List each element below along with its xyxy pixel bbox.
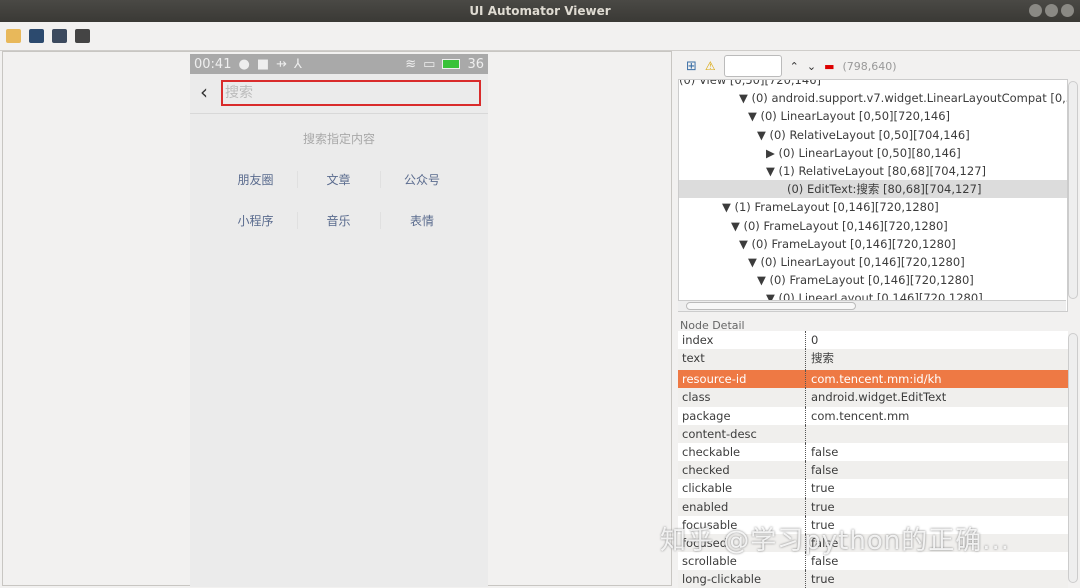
detail-value: true (811, 499, 835, 514)
detail-value: 搜索 (811, 351, 834, 366)
coords-readout: (798,640) (842, 59, 897, 73)
detail-key: content-desc (678, 424, 806, 443)
open-folder-icon[interactable] (6, 29, 21, 43)
battery-icon (442, 59, 461, 69)
window-title: UI Automator Viewer (469, 4, 611, 18)
tree-node[interactable]: ▼ (0) FrameLayout [0,146][720,1280] (679, 235, 1067, 253)
detail-key: checkable (678, 442, 806, 462)
detail-row[interactable]: checked false (678, 461, 1068, 480)
maximize-button[interactable] (1045, 4, 1058, 17)
wifi-icon: ≋ (405, 56, 417, 72)
device-screenshot-compressed-icon[interactable] (52, 29, 67, 43)
detail-key: index (678, 331, 806, 350)
tree-hscrollbar[interactable] (678, 300, 1066, 311)
detail-key: long-clickable (678, 570, 806, 588)
detail-vscrollbar[interactable] (1068, 333, 1078, 583)
detail-row[interactable]: long-clickable true (678, 570, 1068, 588)
detail-row[interactable]: class android.widget.EditText (678, 388, 1068, 407)
usb-icon: ⇸ (276, 56, 288, 72)
title-bar: UI Automator Viewer (0, 0, 1080, 22)
tree-node[interactable]: ▼ (0) FrameLayout [0,146][720,1280] (679, 217, 1067, 235)
tree-node[interactable]: ▼ (0) RelativeLayout [0,50][704,146] (679, 126, 1067, 144)
next-icon[interactable]: ⌄ (807, 60, 816, 73)
hierarchy-panel: ⊞ ⚠ ⌃ ⌄ ▬ (798,640) (0) View [0,50][720,… (676, 51, 1080, 588)
detail-key: resource-id (678, 370, 806, 389)
debug-icon: ⅄ (294, 56, 302, 72)
detail-key: clickable (678, 479, 806, 498)
tree-node[interactable]: (0) EditText:搜索 [80,68][704,127] (679, 180, 1067, 199)
detail-value: android.widget.EditText (811, 390, 947, 405)
detail-value: true (811, 572, 835, 587)
tree-node[interactable]: (0) View [0,50][720,146] (679, 80, 1067, 89)
device-screenshot[interactable]: 00:41 ● ■ ⇸ ⅄ ≋ ▭ 36 ‹ 搜索 搜索指定内容 朋友圈 文章 公众号小程序 音乐表… (190, 54, 488, 587)
minimize-button[interactable] (1029, 4, 1042, 17)
detail-key: class (678, 388, 806, 407)
detail-value: true (811, 481, 835, 496)
search-hint: 搜索指定内容 (302, 132, 375, 146)
detail-value: false (811, 444, 839, 459)
tree-node[interactable]: ▼ (0) LinearLayout [0,146][720,1280] (679, 253, 1067, 271)
notification-icon: ■ (256, 56, 270, 72)
detail-row[interactable]: package com.tencent.mm (678, 406, 1068, 425)
watermark: 知乎 @学习python的正确... (660, 526, 1011, 556)
category-item[interactable]: 文章 (298, 171, 381, 188)
battery-level: 36 (467, 56, 484, 72)
category-item[interactable]: 朋友圈 (215, 171, 298, 188)
search-input[interactable]: 搜索 (221, 80, 481, 106)
detail-row[interactable]: content-desc (678, 424, 1068, 443)
category-item[interactable]: 公众号 (381, 171, 464, 188)
wechat-icon: ● (238, 56, 250, 72)
tree-node[interactable]: ▼ (0) android.support.v7.widget.LinearLa… (679, 89, 1067, 107)
close-button[interactable] (1061, 4, 1074, 17)
detail-value: false (811, 463, 839, 478)
status-time: 00:41 (194, 56, 232, 72)
expand-all-icon[interactable]: ⊞ (686, 59, 697, 74)
search-node-input[interactable] (723, 55, 782, 77)
detail-row[interactable]: clickable true (678, 479, 1068, 498)
status-bar: 00:41 ● ■ ⇸ ⅄ ≋ ▭ 36 (190, 54, 488, 74)
back-icon[interactable]: ‹ (200, 80, 208, 104)
save-icon[interactable] (75, 29, 90, 43)
detail-row[interactable]: text 搜索 (678, 349, 1068, 371)
detail-value (806, 425, 811, 443)
hierarchy-tree[interactable]: (0) View [0,50][720,146] ▼ (0) android.su… (678, 79, 1068, 312)
category-item[interactable]: 音乐 (298, 212, 381, 229)
category-item[interactable]: 小程序 (215, 212, 298, 229)
tree-node[interactable]: ▶ (0) LinearLayout [0,50][80,146] (679, 144, 1067, 162)
tree-node[interactable]: ▼ (0) LinearLayout [0,50][720,146] (679, 107, 1067, 125)
detail-key: checked (678, 461, 806, 480)
detail-value: com.tencent.mm:id/kh (811, 372, 942, 387)
detail-key: package (678, 406, 806, 425)
detail-key: text (678, 349, 806, 371)
warning-icon[interactable]: ⚠ (705, 59, 716, 73)
detail-key: enabled (678, 497, 806, 516)
detail-value: com.tencent.mm (811, 408, 910, 423)
previous-icon[interactable]: ⌃ (790, 60, 799, 73)
main-toolbar (0, 22, 1080, 51)
detail-row[interactable]: checkable false (678, 442, 1068, 462)
sim-icon: ▭ (423, 56, 436, 72)
tree-vscrollbar[interactable] (1068, 81, 1078, 299)
detail-row[interactable]: index 0 (678, 331, 1068, 350)
detail-row[interactable]: enabled true (678, 497, 1068, 516)
detail-row[interactable]: resource-id com.tencent.mm:id/kh (678, 370, 1068, 389)
tree-node[interactable]: ▼ (0) FrameLayout [0,146][720,1280] (679, 271, 1067, 289)
category-item[interactable]: 表情 (381, 212, 464, 229)
detail-value: 0 (811, 333, 819, 347)
screenshot-panel: 00:41 ● ■ ⇸ ⅄ ≋ ▭ 36 ‹ 搜索 搜索指定内容 朋友圈 文章 公众号小程序 音乐表… (2, 51, 672, 587)
tree-node[interactable]: ▼ (1) FrameLayout [0,146][720,1280] (679, 198, 1067, 216)
tree-node[interactable]: ▼ (1) RelativeLayout [80,68][704,127] (679, 162, 1067, 180)
device-screenshot-icon[interactable] (29, 29, 44, 43)
clear-icon[interactable]: ▬ (824, 60, 834, 73)
